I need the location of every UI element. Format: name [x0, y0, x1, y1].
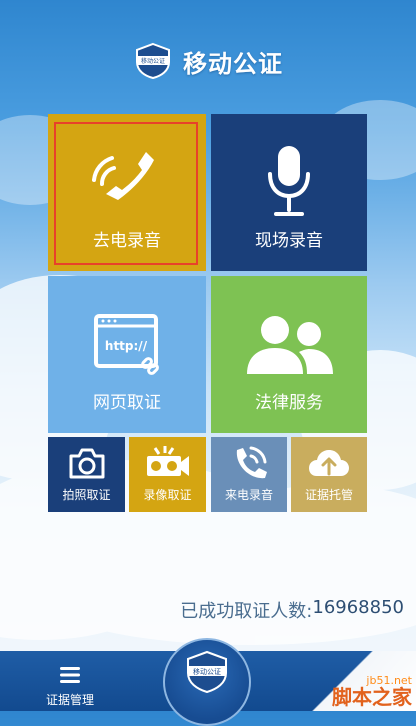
phone-call-icon — [92, 144, 162, 214]
incoming-call-tile[interactable]: 来电录音 — [211, 437, 287, 512]
evidence-count-label: 已成功取证人数: — [180, 601, 313, 622]
video-evidence-tile[interactable]: 录像取证 — [129, 437, 206, 512]
notary-logo-icon: 移动公证 — [133, 42, 173, 80]
cloud-upload-icon — [307, 446, 351, 484]
svg-text:移动公证: 移动公证 — [193, 667, 221, 676]
menu-icon — [59, 667, 81, 689]
microphone-icon — [264, 144, 314, 224]
photo-evidence-tile[interactable]: 拍照取证 — [48, 437, 125, 512]
tab-evidence-management-label: 证据管理 — [45, 693, 94, 707]
svg-text:http://: http:// — [105, 339, 148, 353]
notary-badge-icon: 移动公证 — [184, 640, 230, 698]
tab-evidence-management[interactable]: 证据管理 — [32, 665, 108, 708]
call-record-label: 去电录音 — [93, 231, 161, 251]
live-record-tile[interactable]: 现场录音 — [211, 114, 367, 271]
app-header: 移动公证 移动公证 — [0, 38, 416, 84]
users-icon — [241, 312, 337, 382]
app-title: 移动公证 — [183, 49, 283, 78]
camera-icon — [68, 446, 106, 484]
legal-service-tile[interactable]: 法律服务 — [211, 276, 367, 433]
evidence-custody-label: 证据托管 — [304, 488, 353, 502]
call-record-tile[interactable]: 去电录音 — [48, 114, 206, 271]
evidence-count: 已成功取证人数: 16968850 — [180, 597, 404, 623]
web-evidence-label: 网页取证 — [93, 393, 161, 413]
evidence-custody-tile[interactable]: 证据托管 — [291, 437, 367, 512]
legal-service-label: 法律服务 — [255, 393, 323, 413]
watermark: jb51.net 脚本之家 — [332, 674, 412, 707]
web-evidence-tile[interactable]: http:// 网页取证 — [48, 276, 206, 433]
photo-evidence-label: 拍照取证 — [62, 488, 111, 502]
incoming-call-icon — [229, 444, 269, 486]
live-record-label: 现场录音 — [255, 231, 323, 251]
center-notary-button[interactable]: 移动公证 — [163, 638, 251, 726]
watermark-title: 脚本之家 — [332, 685, 412, 709]
incoming-call-label: 来电录音 — [224, 488, 273, 502]
evidence-count-value: 16968850 — [312, 597, 404, 618]
svg-text:移动公证: 移动公证 — [141, 57, 165, 65]
browser-link-icon: http:// — [92, 312, 162, 382]
video-evidence-label: 录像取证 — [143, 488, 192, 502]
video-camera-icon — [145, 444, 191, 484]
